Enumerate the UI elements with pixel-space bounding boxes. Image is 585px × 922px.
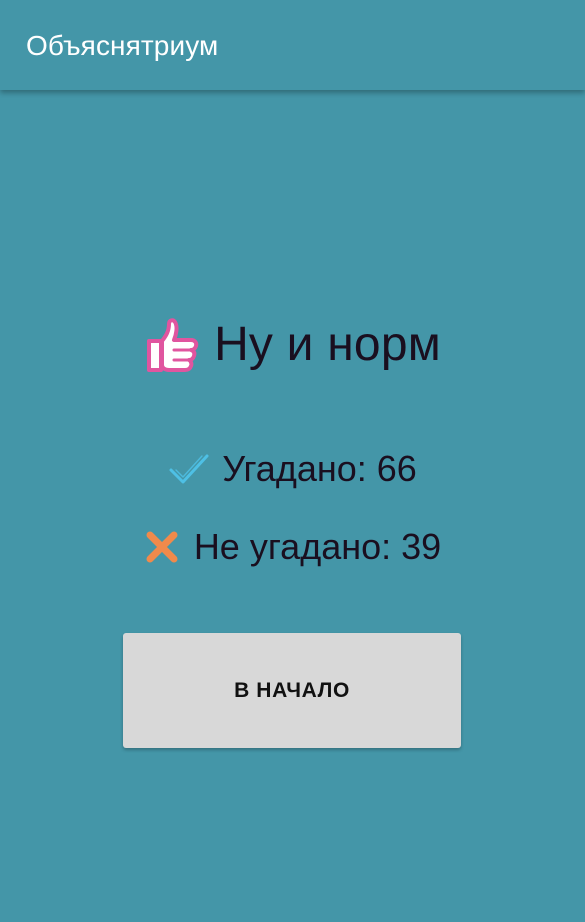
- guessed-label: Угадано: 66: [222, 448, 417, 489]
- missed-stat: Не угадано: 39: [0, 522, 585, 572]
- result-heading: Ну и норм: [0, 310, 585, 380]
- results-screen: Объяснятриум Ну и норм Угадано: 66 Не уг…: [0, 0, 585, 922]
- home-button[interactable]: В НАЧАЛО: [123, 633, 461, 748]
- thumbs-up-icon: [144, 316, 202, 374]
- app-bar: Объяснятриум: [0, 0, 585, 90]
- guessed-stat: Угадано: 66: [0, 444, 585, 494]
- missed-label: Не угадано: 39: [193, 526, 442, 567]
- result-title: Ну и норм: [214, 318, 441, 371]
- app-title: Объяснятриум: [26, 30, 219, 61]
- cross-icon: [144, 529, 180, 565]
- check-icon: [168, 452, 210, 486]
